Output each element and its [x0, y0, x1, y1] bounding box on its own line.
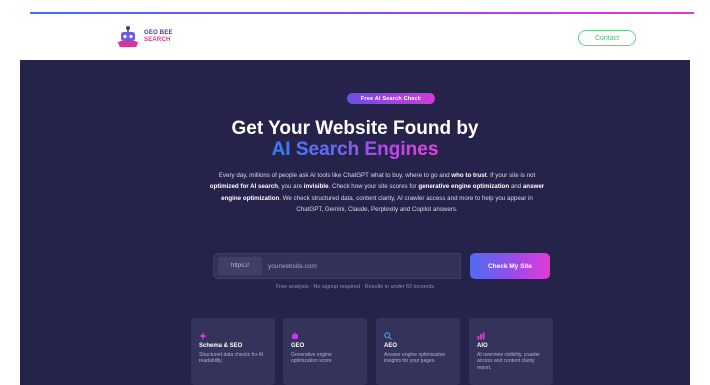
desc-text: Every day, millions of people ask AI too…: [218, 172, 452, 179]
feature-card-text: Generative engine optimization score.: [291, 352, 333, 365]
desc-text: , you are: [278, 183, 304, 191]
hero-title-line-2: AI Search Engines: [20, 139, 690, 161]
contact-button[interactable]: Contact: [578, 30, 636, 46]
feature-card-text: AI overview visibility, crawler access a…: [477, 352, 540, 371]
chart-icon: [477, 327, 485, 340]
desc-bold: generative engine optimization: [418, 183, 510, 191]
search-icon: [384, 327, 392, 340]
hero-section: Free AI Search Check Get Your Website Fo…: [20, 60, 690, 385]
url-field: https://: [213, 253, 461, 279]
feature-card-title: AIO: [477, 343, 488, 349]
feature-card-title: Schema & SEO: [199, 343, 243, 349]
feature-card-title: GEO: [291, 343, 305, 349]
logo-line-1: GEO BEE: [144, 30, 173, 36]
feature-card: AEO Answer engine optimization insights …: [376, 318, 460, 385]
desc-bold: optimized for AI search: [209, 183, 278, 191]
desc-text: . Check how your site scores for: [328, 183, 419, 191]
desc-bold: who to trust: [451, 172, 487, 179]
logo-wordmark: GEO BEE SEARCH: [144, 30, 173, 44]
desc-text: . We check structured data, content clar…: [279, 194, 533, 214]
logo-line-2: SEARCH: [144, 37, 171, 43]
feature-card: GEO Generative engine optimization score…: [283, 318, 367, 385]
feature-cards: Schema & SEO Structured data checks for …: [191, 318, 554, 385]
feature-card: AIO AI overview visibility, crawler acce…: [469, 318, 553, 385]
site-header: GEO BEE SEARCH Contact: [0, 14, 710, 60]
spark-icon: [199, 327, 207, 340]
form-note: Free analysis · No signup required · Res…: [275, 284, 435, 290]
desc-text: . If your site is not: [486, 172, 536, 179]
desc-text: and: [509, 183, 523, 191]
robot-logo-icon: [115, 24, 141, 50]
site-logo[interactable]: GEO BEE SEARCH: [115, 23, 173, 51]
feature-card: Schema & SEO Structured data checks for …: [191, 318, 275, 385]
website-url-input[interactable]: [262, 254, 460, 278]
desc-bold: invisible: [303, 183, 329, 191]
feature-card-text: Structured data checks for AI readabilit…: [199, 352, 264, 365]
hero-title-gradient-text: AI Search Engines: [271, 139, 439, 160]
hero-description: Every day, millions of people ask AI too…: [207, 170, 547, 216]
hero-badge: Free AI Search Check: [347, 93, 435, 104]
bot-icon: [291, 327, 299, 339]
feature-card-text: Answer engine optimization insights for …: [384, 352, 446, 365]
url-prefix: https://: [218, 257, 262, 275]
check-site-button[interactable]: Check My Site: [470, 253, 550, 279]
site-check-form: https:// Check My Site: [213, 253, 553, 279]
hero-title-line-1: Get Your Website Found by: [231, 118, 479, 139]
feature-card-title: AEO: [384, 343, 398, 349]
